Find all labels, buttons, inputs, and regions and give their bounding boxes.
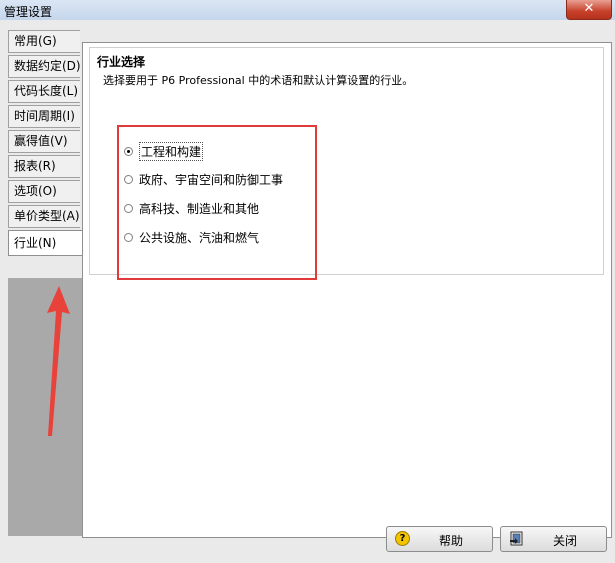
- tab-label: 单价类型(A): [14, 209, 80, 223]
- tab-label: 数据约定(D): [14, 59, 81, 73]
- tab-label: 报表(R): [14, 159, 56, 173]
- close-icon: ✕: [583, 1, 595, 16]
- radio-label: 政府、宇宙空间和防御工事: [139, 173, 284, 187]
- radio-label: 高科技、制造业和其他: [139, 202, 260, 216]
- tab-earned-value[interactable]: 赢得值(V): [8, 130, 80, 153]
- tab-time-periods[interactable]: 时间周期(I): [8, 105, 80, 128]
- tab-id-lengths[interactable]: 代码长度(L): [8, 80, 80, 103]
- tab-label: 赢得值(V): [14, 134, 68, 148]
- close-button[interactable]: 关闭: [500, 526, 607, 552]
- radio-label: 公共设施、汽油和燃气: [139, 231, 260, 245]
- section-title: 行业选择: [97, 55, 146, 69]
- settings-tab-strip: 常用(G) 数据约定(D) 代码长度(L) 时间周期(I) 赢得值(V) 报表(…: [8, 30, 82, 258]
- window-title: 管理设置: [4, 5, 53, 19]
- dialog-client-area: 常用(G) 数据约定(D) 代码长度(L) 时间周期(I) 赢得值(V) 报表(…: [0, 20, 615, 563]
- radio-button-checked[interactable]: [124, 147, 133, 156]
- tab-options[interactable]: 选项(O): [8, 180, 80, 203]
- tab-data-limits[interactable]: 数据约定(D): [8, 55, 81, 78]
- radio-utilities-oil-gas[interactable]: 公共设施、汽油和燃气: [124, 229, 259, 246]
- radio-hightech-manufacturing[interactable]: 高科技、制造业和其他: [124, 200, 259, 217]
- radio-engineering-construction[interactable]: 工程和构建: [124, 142, 204, 161]
- tab-label: 选项(O): [14, 184, 57, 198]
- tab-label: 常用(G): [14, 34, 57, 48]
- tab-general[interactable]: 常用(G): [8, 30, 80, 53]
- tab-industry[interactable]: 行业(N): [8, 230, 82, 256]
- radio-button[interactable]: [124, 233, 133, 242]
- tab-reports[interactable]: 报表(R): [8, 155, 80, 178]
- tab-rate-types[interactable]: 单价类型(A): [8, 205, 80, 228]
- radio-label: 工程和构建: [139, 142, 204, 161]
- annotation-arrow: [47, 286, 70, 436]
- industry-panel: 行业选择 选择要用于 P6 Professional 中的术语和默认计算设置的行…: [82, 42, 612, 538]
- exit-door-icon: [510, 531, 523, 546]
- section-description: 选择要用于 P6 Professional 中的术语和默认计算设置的行业。: [103, 74, 414, 87]
- tab-label: 行业(N): [14, 236, 57, 250]
- help-icon: ?: [395, 531, 410, 546]
- help-button-label: 帮助: [439, 534, 464, 548]
- close-button-label: 关闭: [553, 534, 578, 548]
- radio-government-aerospace-defense[interactable]: 政府、宇宙空间和防御工事: [124, 171, 283, 188]
- window-close-button[interactable]: ✕: [566, 0, 612, 20]
- tab-label: 时间周期(I): [14, 109, 75, 123]
- tab-label: 代码长度(L): [14, 84, 79, 98]
- help-button[interactable]: ? 帮助: [386, 526, 493, 552]
- title-bar: 管理设置 ✕: [0, 0, 615, 20]
- radio-button[interactable]: [124, 175, 133, 184]
- radio-button[interactable]: [124, 204, 133, 213]
